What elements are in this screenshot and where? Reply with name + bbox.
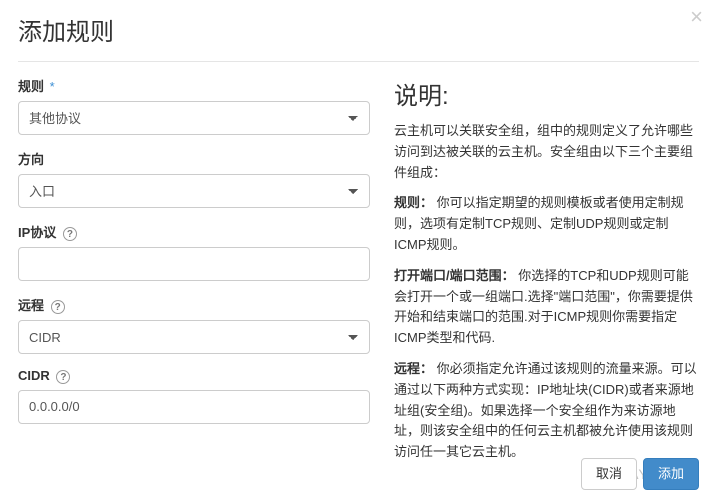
help-icon[interactable]: ? [51, 300, 65, 314]
dialog-title: 添加规则 [18, 12, 699, 47]
dialog-footer: 取消 添加 [581, 458, 699, 490]
description-port-label: 打开端口/端口范围： [394, 268, 515, 283]
description-intro: 云主机可以关联安全组，组中的规则定义了允许哪些访问到达被关联的云主机。安全组由以… [394, 121, 699, 183]
label-rule-text: 规则 [18, 79, 44, 94]
cancel-button[interactable]: 取消 [581, 458, 637, 490]
submit-button[interactable]: 添加 [643, 458, 699, 490]
label-ip-protocol-text: IP协议 [18, 225, 56, 240]
description-panel: 说明: 云主机可以关联安全组，组中的规则定义了允许哪些访问到达被关联的云主机。安… [394, 76, 699, 473]
label-remote: 远程 ? [18, 295, 370, 314]
description-rule: 规则： 你可以指定期望的规则模板或者使用定制规则，选项有定制TCP规则、定制UD… [394, 193, 699, 255]
select-direction[interactable]: 入口 [18, 174, 370, 208]
label-cidr-text: CIDR [18, 368, 50, 383]
label-rule: 规则 * [18, 76, 370, 95]
label-remote-text: 远程 [18, 298, 44, 313]
help-icon[interactable]: ? [63, 227, 77, 241]
description-rule-label: 规则： [394, 195, 433, 210]
dialog-body: 规则 * 其他协议 方向 入口 IP协议 ? 远程 ? [18, 76, 699, 473]
required-marker: * [50, 79, 55, 94]
select-remote[interactable]: CIDR [18, 320, 370, 354]
description-remote-text: 你必须指定允许通过该规则的流量来源。可以通过以下两种方式实现：IP地址块(CID… [394, 361, 697, 459]
description-port: 打开端口/端口范围： 你选择的TCP和UDP规则可能会打开一个或一组端口.选择"… [394, 266, 699, 349]
description-rule-text: 你可以指定期望的规则模板或者使用定制规则，选项有定制TCP规则、定制UDP规则或… [394, 195, 684, 252]
help-icon[interactable]: ? [56, 370, 70, 384]
label-ip-protocol: IP协议 ? [18, 222, 370, 241]
label-cidr: CIDR ? [18, 368, 370, 384]
form-panel: 规则 * 其他协议 方向 入口 IP协议 ? 远程 ? [18, 76, 370, 473]
field-direction: 方向 入口 [18, 149, 370, 208]
description-remote-label: 远程： [394, 361, 433, 376]
field-rule: 规则 * 其他协议 [18, 76, 370, 135]
field-remote: 远程 ? CIDR [18, 295, 370, 354]
close-icon[interactable]: × [690, 6, 703, 28]
description-remote: 远程： 你必须指定允许通过该规则的流量来源。可以通过以下两种方式实现：IP地址块… [394, 359, 699, 463]
description-heading: 说明: [394, 76, 699, 111]
label-direction: 方向 [18, 149, 370, 168]
field-ip-protocol: IP协议 ? [18, 222, 370, 281]
field-cidr: CIDR ? [18, 368, 370, 424]
input-ip-protocol[interactable] [18, 247, 370, 281]
input-cidr[interactable] [18, 390, 370, 424]
select-rule[interactable]: 其他协议 [18, 101, 370, 135]
divider [18, 61, 699, 62]
